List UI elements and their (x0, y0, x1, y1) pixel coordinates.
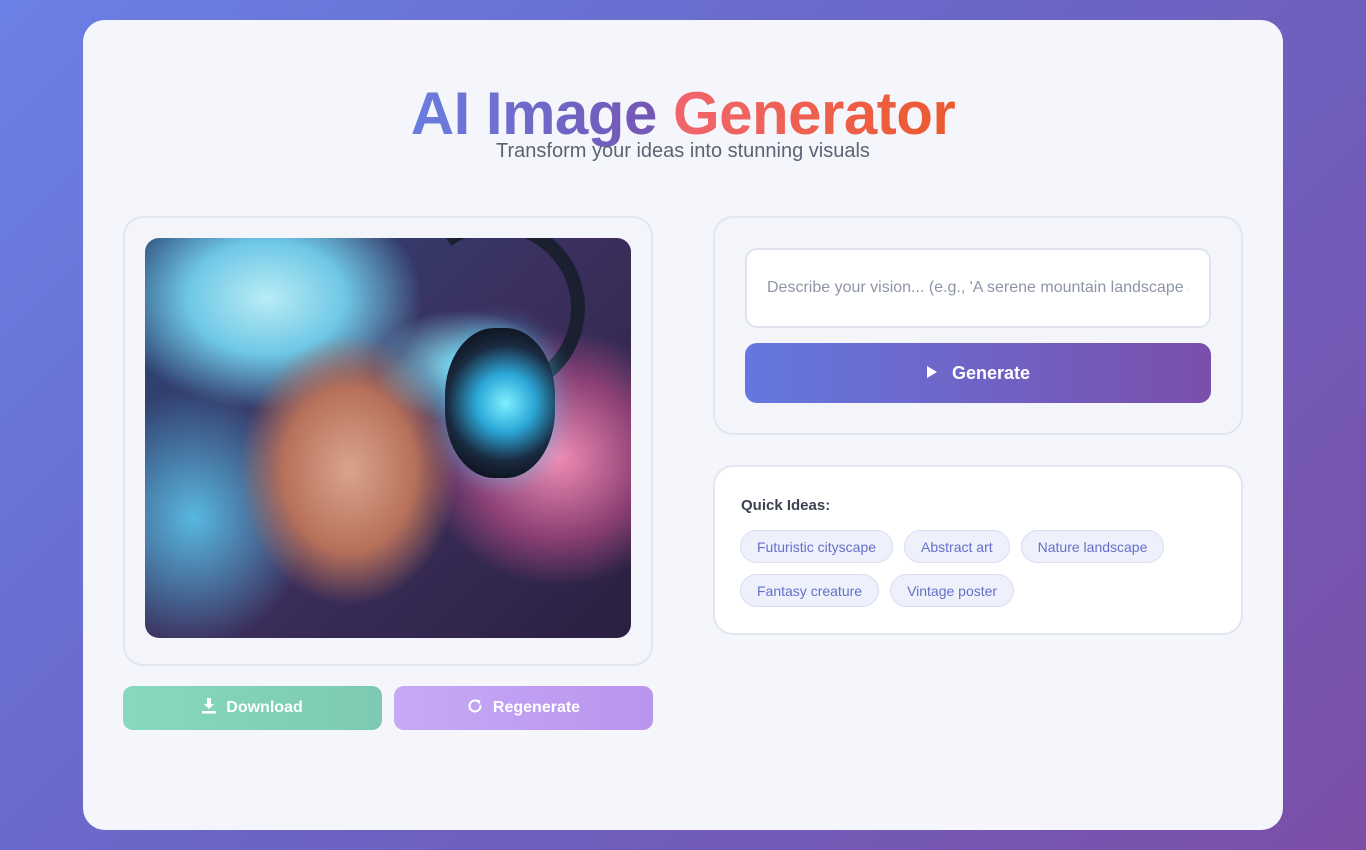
regenerate-label: Regenerate (492, 699, 581, 716)
download-button[interactable]: Download (123, 686, 382, 730)
generate-button[interactable]: Generate (745, 343, 1211, 403)
idea-chip[interactable]: Vintage poster (890, 574, 1015, 607)
download-icon (202, 697, 217, 719)
prompt-input[interactable] (745, 248, 1211, 328)
quick-ideas-title: Quick Ideas: (741, 497, 831, 514)
generate-label: Generate (951, 362, 1031, 383)
idea-chip[interactable]: Fantasy creature (740, 574, 880, 607)
idea-chip[interactable]: Abstract art (904, 530, 1010, 563)
refresh-icon (467, 698, 483, 719)
generated-image (145, 238, 631, 638)
image-headphone-shape (445, 328, 555, 478)
download-label: Download (226, 699, 303, 716)
page-subtitle: Transform your ideas into stunning visua… (496, 140, 870, 162)
idea-chip[interactable]: Futuristic cityscape (740, 530, 894, 563)
play-icon (926, 363, 938, 384)
regenerate-button[interactable]: Regenerate (394, 686, 653, 730)
idea-chip[interactable]: Nature landscape (1020, 530, 1165, 563)
image-preview-panel (123, 216, 653, 666)
prompt-panel: Generate (713, 216, 1243, 435)
main-card: AI Image Generator Transform your ideas … (83, 20, 1283, 830)
title-part-1: AI Image (410, 80, 658, 147)
title-part-2: Generator (672, 80, 956, 147)
quick-ideas-list: Futuristic cityscape Abstract art Nature… (740, 530, 1220, 607)
quick-ideas-panel: Quick Ideas: Futuristic cityscape Abstra… (713, 465, 1243, 635)
image-actions: Download Regenerate (123, 686, 653, 730)
